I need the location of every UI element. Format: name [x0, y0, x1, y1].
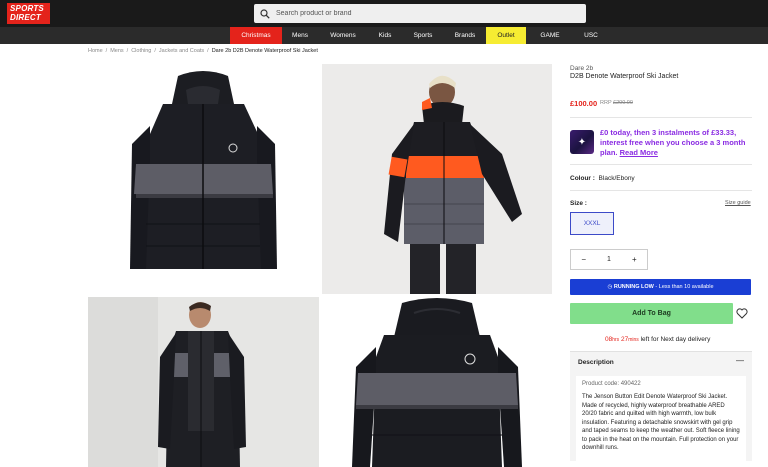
- product-image-model-side[interactable]: [88, 297, 319, 467]
- nav-item-outlet[interactable]: Outlet: [486, 27, 526, 44]
- description-title: Description: [578, 359, 614, 366]
- clock-icon: ◷: [607, 284, 613, 290]
- product-code: Product code: 490422: [582, 381, 641, 387]
- breadcrumb-clothing[interactable]: Clothing: [131, 48, 151, 54]
- search-bar[interactable]: [254, 4, 586, 23]
- colour-info: Colour : Black/Ebony: [570, 175, 635, 182]
- divider: [570, 164, 752, 165]
- nav-item-kids[interactable]: Kids: [370, 27, 400, 44]
- breadcrumb-mens[interactable]: Mens: [110, 48, 123, 54]
- nav-item-usc[interactable]: USC: [576, 27, 606, 44]
- qty-decrease-button[interactable]: −: [571, 250, 596, 269]
- breadcrumb-home[interactable]: Home: [88, 48, 103, 54]
- size-label: Size :: [570, 200, 587, 207]
- rrp-price: RRP £200.00: [600, 100, 633, 106]
- rrp-value: £200.00: [613, 100, 633, 106]
- site-header: SPORTS DIRECT: [0, 0, 768, 27]
- nav-item-womens[interactable]: Womens: [322, 27, 364, 44]
- product-brand[interactable]: Dare 2b: [570, 65, 593, 72]
- divider: [570, 190, 752, 191]
- delivery-text: left for Next day delivery: [640, 336, 711, 343]
- colour-label: Colour :: [570, 175, 595, 182]
- nav-item-mens[interactable]: Mens: [282, 27, 318, 44]
- logo-line-1: SPORTS: [10, 4, 44, 13]
- running-low-text: - Less than 10 available: [655, 284, 714, 290]
- qty-increase-button[interactable]: +: [622, 250, 647, 269]
- nav-item-game[interactable]: GAME: [534, 27, 566, 44]
- logo-line-2: DIRECT: [10, 13, 41, 22]
- collapse-icon[interactable]: —: [736, 356, 744, 365]
- product-title: D2B Denote Waterproof Ski Jacket: [570, 73, 679, 80]
- klarna-promo: £0 today, then 3 instalments of £33.33, …: [600, 128, 755, 158]
- breadcrumb: Home / Mens / Clothing / Jackets and Coats / Dar…: [88, 48, 318, 54]
- nav-item-sports[interactable]: Sports: [406, 27, 440, 44]
- delivery-countdown: 08hrs 27mins left for Next day delivery: [605, 336, 710, 343]
- colour-value: Black/Ebony: [598, 175, 635, 182]
- running-low-banner: ◷ RUNNING LOW - Less than 10 available: [570, 279, 751, 295]
- description-accordion-header[interactable]: Description —: [570, 351, 752, 373]
- nav-item-brands[interactable]: Brands: [448, 27, 482, 44]
- product-image-back[interactable]: [322, 297, 552, 467]
- sports-direct-logo[interactable]: SPORTS DIRECT: [7, 3, 50, 24]
- add-to-bag-button[interactable]: Add To Bag: [570, 303, 733, 324]
- breadcrumb-current: Dare 2b D2B Denote Waterproof Ski Jacket: [211, 48, 318, 54]
- qty-value[interactable]: 1: [596, 250, 621, 269]
- running-low-title: RUNNING LOW: [613, 284, 654, 290]
- product-image-model-front[interactable]: [322, 64, 552, 294]
- quantity-stepper: − 1 +: [570, 249, 648, 270]
- breadcrumb-jackets[interactable]: Jackets and Coats: [159, 48, 204, 54]
- product-image-front[interactable]: [88, 64, 319, 294]
- klarna-read-more-link[interactable]: Read More: [620, 148, 658, 157]
- klarna-icon: ✦: [570, 130, 594, 154]
- divider: [570, 117, 752, 118]
- main-nav: Christmas Mens Womens Kids Sports Brands…: [0, 27, 768, 44]
- size-option-xxxl[interactable]: XXXL: [570, 212, 614, 235]
- size-guide-link[interactable]: Size guide: [725, 200, 751, 206]
- search-icon: [260, 8, 270, 19]
- delivery-hours-label: hrs: [612, 337, 620, 343]
- product-price: £100.00: [570, 99, 598, 108]
- search-input[interactable]: [276, 10, 576, 17]
- rrp-label: RRP: [600, 100, 612, 106]
- description-panel: Product code: 490422 The Jenson Button E…: [570, 373, 752, 461]
- nav-item-christmas[interactable]: Christmas: [230, 27, 282, 44]
- delivery-minutes-label: mins: [628, 337, 639, 343]
- description-text: The Jenson Button Edit Denote Waterproof…: [582, 394, 740, 451]
- wishlist-heart-icon[interactable]: [736, 308, 748, 319]
